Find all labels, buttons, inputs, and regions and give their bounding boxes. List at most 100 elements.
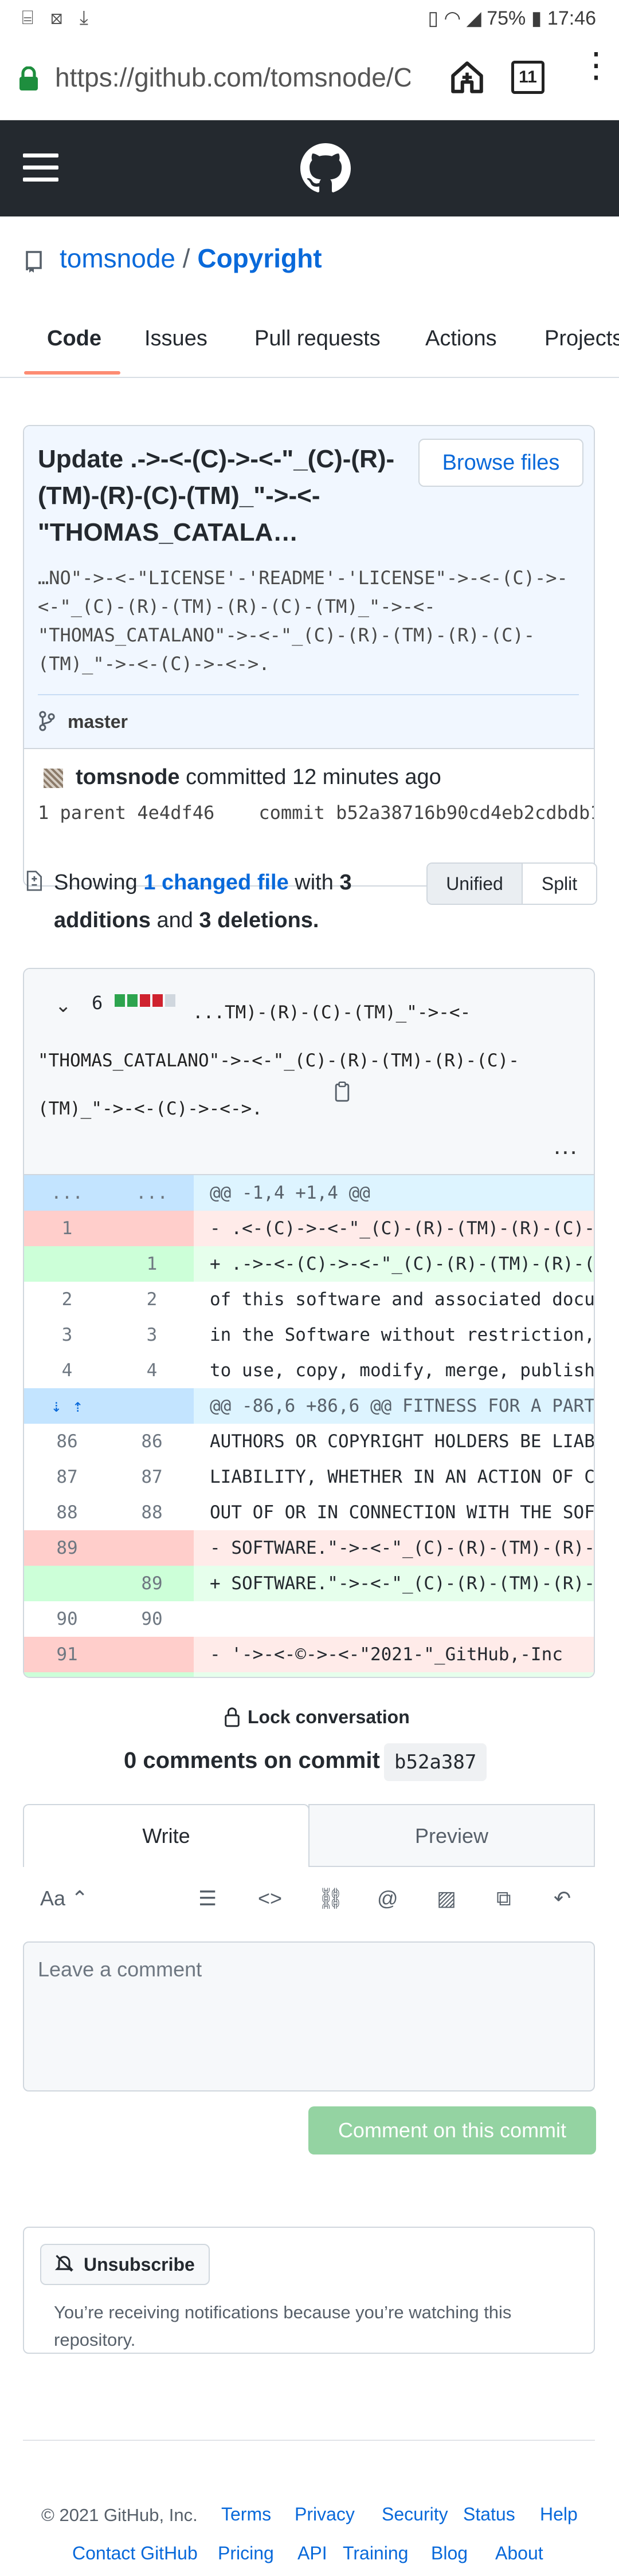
commit-label: commit [258, 802, 325, 824]
comment-textarea[interactable]: Leave a comment [23, 1941, 595, 2091]
github-logo-icon[interactable] [300, 143, 351, 194]
footer-link[interactable]: API [297, 2543, 327, 2564]
mention-icon[interactable]: @ [377, 1886, 398, 1911]
old-line-number[interactable]: 2 [24, 1282, 110, 1317]
footer-link[interactable]: About [495, 2543, 543, 2564]
summary-with: with [295, 871, 334, 895]
old-line-number[interactable]: 88 [24, 1495, 110, 1530]
new-line-number[interactable]: 88 [110, 1495, 194, 1530]
parent-label: 1 parent [38, 802, 127, 824]
old-line-number[interactable]: 1 [24, 1211, 110, 1246]
new-line-number[interactable]: 90 [110, 1601, 194, 1637]
diff-line: 89 - SOFTWARE."->-<-"_(C)-(R)-(TM)-(R)-(C [24, 1530, 594, 1566]
old-line-number[interactable] [24, 1246, 110, 1282]
avatar[interactable] [44, 769, 63, 788]
new-line-number[interactable]: 4 [110, 1353, 194, 1388]
new-line-number[interactable]: ... [110, 1175, 194, 1211]
browse-files-button[interactable]: Browse files [418, 439, 583, 487]
footer-link[interactable]: Status [463, 2504, 515, 2525]
diff-line: 22 of this software and associated docu [24, 1282, 594, 1317]
split-view-button[interactable]: Split [523, 864, 596, 904]
old-line-number[interactable]: 4 [24, 1353, 110, 1388]
site-header [0, 120, 619, 216]
tab-projects[interactable]: Projects [544, 326, 619, 351]
new-line-number[interactable] [110, 1388, 194, 1424]
reference-icon[interactable]: ⧉ [496, 1886, 511, 1911]
home-icon[interactable] [448, 58, 486, 96]
tab-issues[interactable]: Issues [144, 326, 207, 351]
expand-lines-icon[interactable]: ⇣ ⇡ [24, 1388, 110, 1424]
changed-files-link[interactable]: 1 changed file [143, 871, 288, 895]
tab-switcher-button[interactable]: 11 [511, 61, 544, 94]
browser-menu-icon[interactable]: ⋮ [579, 48, 613, 99]
old-line-number[interactable]: 90 [24, 1601, 110, 1637]
new-line-number[interactable]: 2 [110, 1282, 194, 1317]
new-line-number[interactable] [110, 1211, 194, 1246]
commit-sha: b52a38716b90cd4eb2cdbdb1e [336, 802, 594, 824]
repo-icon [26, 251, 42, 273]
vibrate-icon: ▯ ◠ ◢ [428, 7, 487, 29]
link-icon[interactable]: ⛓ [318, 1886, 344, 1911]
footer-copyright: © 2021 GitHub, Inc. [41, 2505, 198, 2525]
copy-icon[interactable] [334, 1081, 351, 1102]
commit-sha-badge: b52a387 [384, 1743, 487, 1781]
footer-link[interactable]: Terms [221, 2504, 271, 2525]
unified-view-button[interactable]: Unified [428, 864, 523, 904]
branch-name[interactable]: master [68, 711, 128, 732]
old-line-number[interactable] [24, 1566, 110, 1601]
new-line-number[interactable] [110, 1637, 194, 1672]
new-line-number[interactable] [110, 1530, 194, 1566]
tab-actions[interactable]: Actions [425, 326, 497, 351]
text-format-icon[interactable]: Aa ⌃ [40, 1886, 88, 1911]
tab-preview[interactable]: Preview [308, 1804, 595, 1867]
summary-and: and [156, 908, 193, 932]
footer-link[interactable]: Training [343, 2543, 408, 2564]
diff-line: 44 to use, copy, modify, merge, publish [24, 1353, 594, 1388]
status-icons: ⌸ ⊠ ⤓ [22, 7, 94, 29]
comment-placeholder: Leave a comment [38, 1957, 202, 1981]
footer-link[interactable]: Blog [431, 2543, 468, 2564]
repo-owner-link[interactable]: tomsnode [60, 243, 175, 273]
deletions-count: 3 deletions. [199, 908, 319, 932]
footer-divider [23, 2440, 595, 2441]
new-line-number[interactable]: 89 [110, 1566, 194, 1601]
tab-pull-requests[interactable]: Pull requests [254, 326, 381, 351]
line-code: - SOFTWARE."->-<-"_(C)-(R)-(TM)-(R)-(C [210, 1538, 594, 1558]
old-line-number[interactable]: ... [24, 1175, 110, 1211]
parent-sha-link[interactable]: 4e4df46 [137, 802, 214, 824]
new-line-number[interactable]: 1 [110, 1246, 194, 1282]
repo-name-link[interactable]: Copyright [197, 243, 322, 273]
new-line-number[interactable]: 87 [110, 1459, 194, 1495]
line-code: AUTHORS OR COPYRIGHT HOLDERS BE LIAB [210, 1431, 594, 1452]
new-line-number[interactable]: 86 [110, 1424, 194, 1459]
comments-count: 0 comments on commit [124, 1748, 380, 1773]
list-icon[interactable]: ☰ [198, 1886, 217, 1911]
tab-code[interactable]: Code [47, 326, 101, 351]
footer-link[interactable]: Help [540, 2504, 578, 2525]
more-options-icon[interactable]: ... [554, 1132, 578, 1160]
hamburger-menu-icon[interactable] [23, 153, 58, 182]
old-line-number[interactable]: 3 [24, 1317, 110, 1353]
old-line-number[interactable] [24, 1672, 110, 1677]
footer-link[interactable]: Security [382, 2504, 448, 2525]
reply-icon[interactable]: ↶ [554, 1886, 571, 1911]
lock-conversation-link[interactable]: Lock conversation [248, 1707, 410, 1728]
tab-write[interactable]: Write [23, 1804, 310, 1867]
comment-submit-button[interactable]: Comment on this commit [308, 2106, 596, 2154]
repo-separator: / [182, 243, 190, 273]
footer-link[interactable]: Contact GitHub [72, 2543, 198, 2564]
footer-link[interactable]: Privacy [295, 2504, 355, 2525]
old-line-number[interactable]: 86 [24, 1424, 110, 1459]
footer-link[interactable]: Pricing [218, 2543, 274, 2564]
author-link[interactable]: tomsnode [76, 765, 180, 789]
url-field[interactable]: https://github.com/tomsnode/Copyright [55, 62, 410, 96]
new-line-number[interactable]: 91 [110, 1672, 194, 1677]
old-line-number[interactable]: 87 [24, 1459, 110, 1495]
code-icon[interactable]: <> [258, 1886, 282, 1911]
old-line-number[interactable]: 89 [24, 1530, 110, 1566]
old-line-number[interactable]: 91 [24, 1637, 110, 1672]
author-line: tomsnode committed 12 minutes ago [76, 765, 441, 790]
chevron-down-icon[interactable]: ⌄ [55, 994, 72, 1017]
new-line-number[interactable]: 3 [110, 1317, 194, 1353]
image-icon[interactable]: ▨ [437, 1886, 456, 1911]
